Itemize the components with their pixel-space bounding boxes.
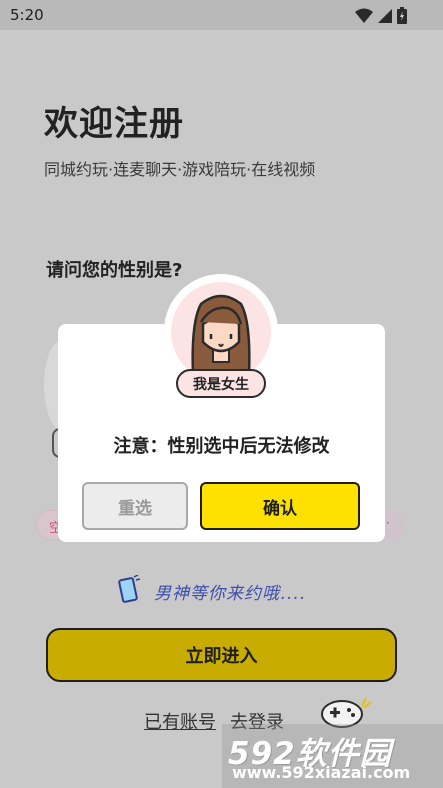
page-title: 欢迎注册 — [44, 104, 184, 144]
wifi-icon — [355, 8, 373, 24]
dialog-notice: 注意：性别选中后无法修改 — [113, 436, 330, 457]
battery-icon — [397, 7, 407, 24]
reselect-button[interactable]: 重选 — [82, 482, 188, 530]
gender-badge: 我是女生 — [176, 369, 266, 398]
invite-row: 男神等你来约哦.... — [118, 574, 306, 607]
status-bar: 5:20 — [0, 0, 443, 30]
page-subtitle: 同城约玩·连麦聊天·游戏陪玩·在线视频 — [44, 160, 316, 179]
signal-icon — [377, 8, 393, 24]
gender-question: 请问您的性别是? — [46, 260, 183, 281]
girl-avatar-icon — [171, 282, 271, 382]
status-time: 5:20 — [10, 6, 44, 24]
status-icons — [355, 7, 407, 24]
invite-text: 男神等你来约哦.... — [154, 583, 306, 604]
phone-icon — [118, 574, 141, 607]
watermark-url: www.592xiazai.com — [232, 763, 411, 782]
enter-now-button[interactable]: 立即进入 — [46, 628, 397, 682]
has-account-link[interactable]: 已有账号 — [144, 708, 216, 734]
confirm-button[interactable]: 确认 — [200, 482, 360, 530]
